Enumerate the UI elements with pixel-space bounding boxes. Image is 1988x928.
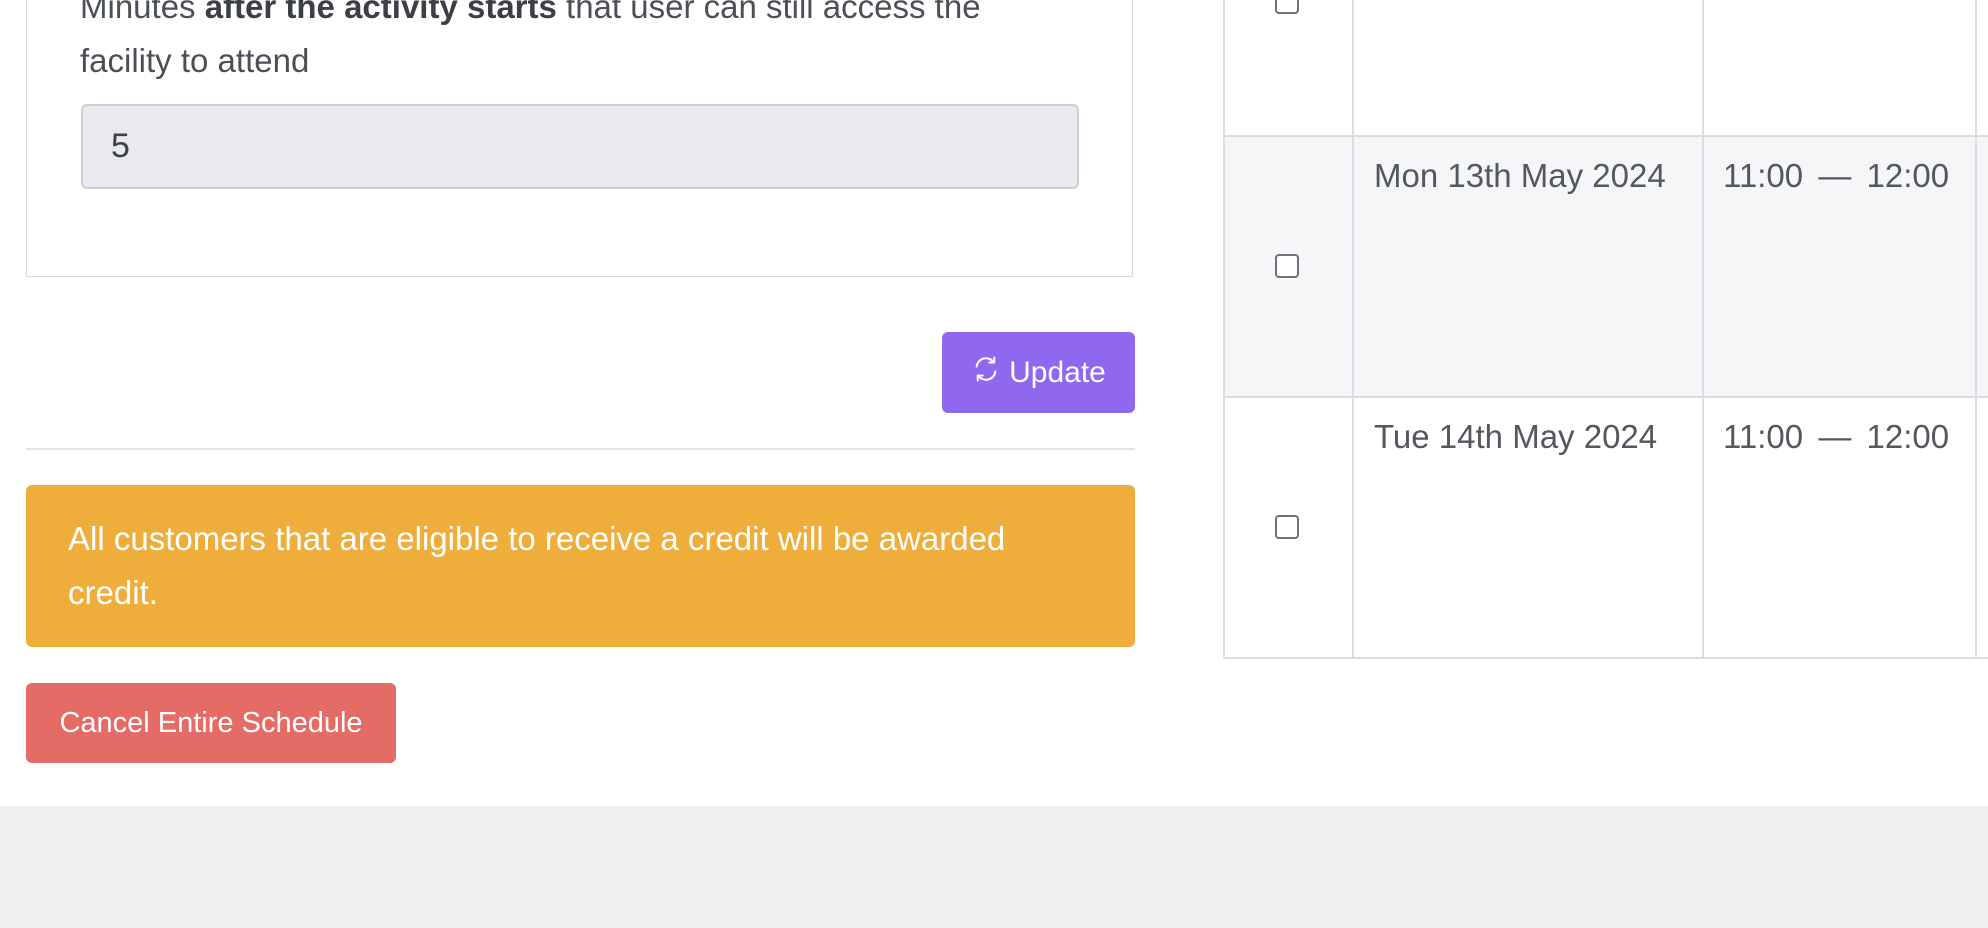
description-prefix: Minutes [80, 0, 205, 25]
table-row [1223, 0, 1988, 137]
session-date: Tue 14th May 2024 [1374, 418, 1658, 455]
time-separator: — [1818, 157, 1852, 194]
access-window-description: Minutes after the activity starts that u… [80, 0, 1080, 88]
start-time: 11:00 [1723, 418, 1804, 455]
update-button[interactable]: Update [942, 332, 1135, 413]
description-bold: after the activity starts [204, 0, 557, 25]
alert-text: All customers that are eligible to recei… [68, 520, 1006, 611]
refresh-icon [971, 354, 1001, 392]
row-select-checkbox[interactable] [1275, 0, 1299, 14]
cancel-button-label: Cancel Entire Schedule [59, 706, 363, 739]
time-separator: — [1818, 418, 1852, 455]
content-area: Minutes after the activity starts that u… [0, 0, 1988, 806]
schedule-table: Mon 13th May 2024 11:00 — 12:00 Tue 14th… [1223, 0, 1988, 661]
row-select-checkbox[interactable] [1275, 515, 1299, 539]
table-row: Tue 14th May 2024 11:00 — 12:00 [1223, 398, 1988, 659]
session-time: 11:00 — 12:00 [1723, 157, 1949, 195]
start-time: 11:00 [1723, 157, 1804, 194]
session-time: 11:00 — 12:00 [1723, 418, 1949, 456]
cancel-entire-schedule-button[interactable]: Cancel Entire Schedule [26, 683, 396, 763]
update-button-label: Update [1009, 355, 1106, 389]
minutes-after-start-input[interactable] [81, 104, 1079, 189]
session-date: Mon 13th May 2024 [1374, 157, 1666, 194]
row-select-checkbox[interactable] [1275, 254, 1299, 278]
credit-warning-alert: All customers that are eligible to recei… [26, 485, 1135, 647]
end-time: 12:00 [1866, 157, 1950, 194]
section-divider [26, 448, 1135, 450]
table-row: Mon 13th May 2024 11:00 — 12:00 [1223, 137, 1988, 398]
end-time: 12:00 [1866, 418, 1950, 455]
